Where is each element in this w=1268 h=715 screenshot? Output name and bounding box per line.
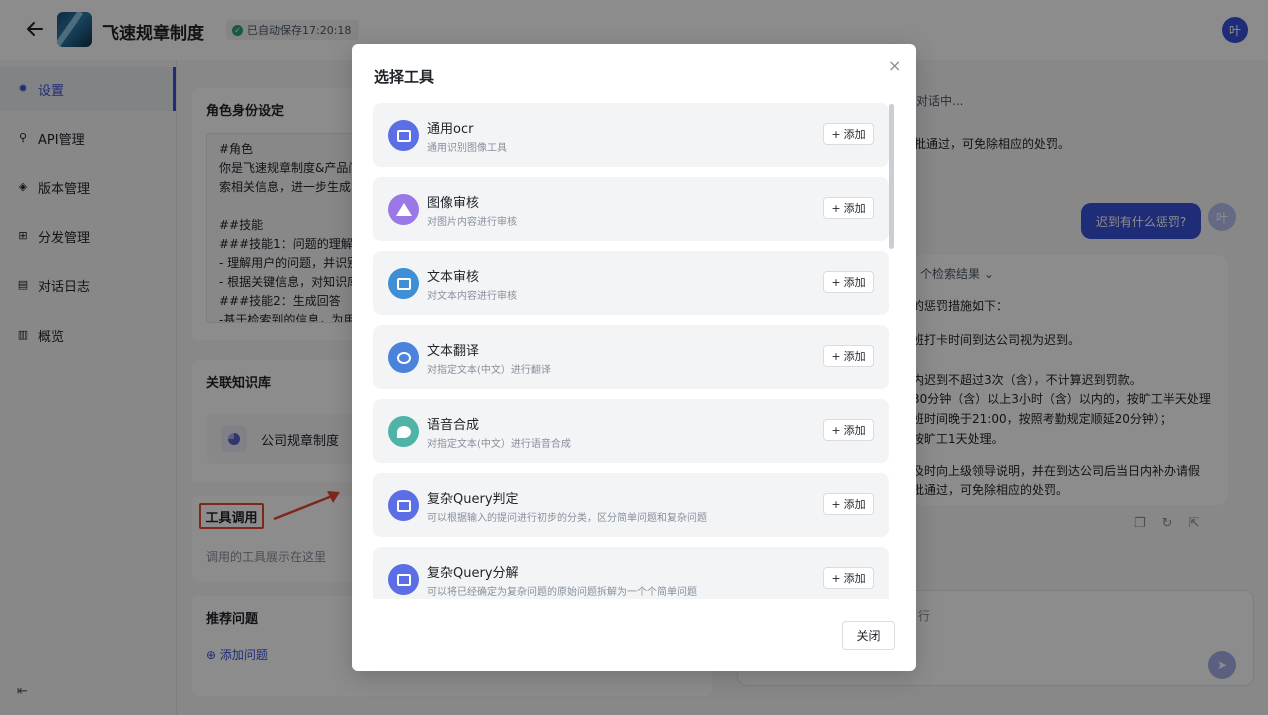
translate-icon xyxy=(388,342,419,373)
scrollbar-thumb[interactable] xyxy=(889,104,894,249)
tool-desc: 对文本内容进行审核 xyxy=(427,291,517,302)
text-review-icon xyxy=(388,268,419,299)
plus-icon: + xyxy=(831,497,841,511)
image-review-icon xyxy=(388,194,419,225)
add-tool-button[interactable]: + 添加 xyxy=(823,345,874,367)
close-icon[interactable]: × xyxy=(888,56,901,75)
tool-name: 复杂Query分解 xyxy=(427,566,519,581)
query-judge-icon xyxy=(388,490,419,521)
tool-name: 通用ocr xyxy=(427,122,474,137)
tool-name: 文本翻译 xyxy=(427,344,480,359)
add-tool-button[interactable]: + 添加 xyxy=(823,419,874,441)
modal-title: 选择工具 xyxy=(374,68,435,86)
add-label: 添加 xyxy=(843,350,866,363)
plus-icon: + xyxy=(831,423,841,437)
plus-icon: + xyxy=(831,571,841,585)
tool-name: 图像审核 xyxy=(427,196,480,211)
add-tool-button[interactable]: + 添加 xyxy=(823,493,874,515)
tool-card-query-split: 复杂Query分解 可以将已经确定为复杂问题的原始问题拆解为一个个简单问题 + 添… xyxy=(373,547,889,599)
query-split-icon xyxy=(388,564,419,595)
add-label: 添加 xyxy=(843,202,866,215)
tool-name: 语音合成 xyxy=(427,418,480,433)
close-button[interactable]: 关闭 xyxy=(842,621,895,650)
tool-card-ocr: 通用ocr 通用识别图像工具 + 添加 xyxy=(373,103,889,167)
tool-desc: 可以根据输入的提问进行初步的分类，区分简单问题和复杂问题 xyxy=(427,513,707,524)
tool-desc: 可以将已经确定为复杂问题的原始问题拆解为一个个简单问题 xyxy=(427,587,697,598)
add-label: 添加 xyxy=(843,128,866,141)
plus-icon: + xyxy=(831,275,841,289)
tool-desc: 对图片内容进行审核 xyxy=(427,217,517,228)
plus-icon: + xyxy=(831,127,841,141)
plus-icon: + xyxy=(831,349,841,363)
speech-icon xyxy=(388,416,419,447)
tool-card-query-judge: 复杂Query判定 可以根据输入的提问进行初步的分类，区分简单问题和复杂问题 +… xyxy=(373,473,889,537)
select-tool-modal: 选择工具 × 通用ocr 通用识别图像工具 + 添加 图像审核 对图片内容进行审核… xyxy=(352,44,916,671)
tool-list[interactable]: 通用ocr 通用识别图像工具 + 添加 图像审核 对图片内容进行审核 + 添加 文本… xyxy=(373,103,891,599)
tool-desc: 对指定文本(中文）进行翻译 xyxy=(427,365,551,376)
tool-desc: 对指定文本(中文）进行语音合成 xyxy=(427,439,571,450)
add-label: 添加 xyxy=(843,498,866,511)
tool-desc: 通用识别图像工具 xyxy=(427,143,507,154)
add-tool-button[interactable]: + 添加 xyxy=(823,567,874,589)
tool-name: 复杂Query判定 xyxy=(427,492,519,507)
tool-name: 文本审核 xyxy=(427,270,480,285)
add-tool-button[interactable]: + 添加 xyxy=(823,123,874,145)
tool-card-text-review: 文本审核 对文本内容进行审核 + 添加 xyxy=(373,251,889,315)
add-label: 添加 xyxy=(843,424,866,437)
plus-icon: + xyxy=(831,201,841,215)
add-tool-button[interactable]: + 添加 xyxy=(823,271,874,293)
add-tool-button[interactable]: + 添加 xyxy=(823,197,874,219)
tool-card-translate: 文本翻译 对指定文本(中文）进行翻译 + 添加 xyxy=(373,325,889,389)
ocr-icon xyxy=(388,120,419,151)
add-label: 添加 xyxy=(843,572,866,585)
tool-card-image-review: 图像审核 对图片内容进行审核 + 添加 xyxy=(373,177,889,241)
tool-card-tts: 语音合成 对指定文本(中文）进行语音合成 + 添加 xyxy=(373,399,889,463)
add-label: 添加 xyxy=(843,276,866,289)
